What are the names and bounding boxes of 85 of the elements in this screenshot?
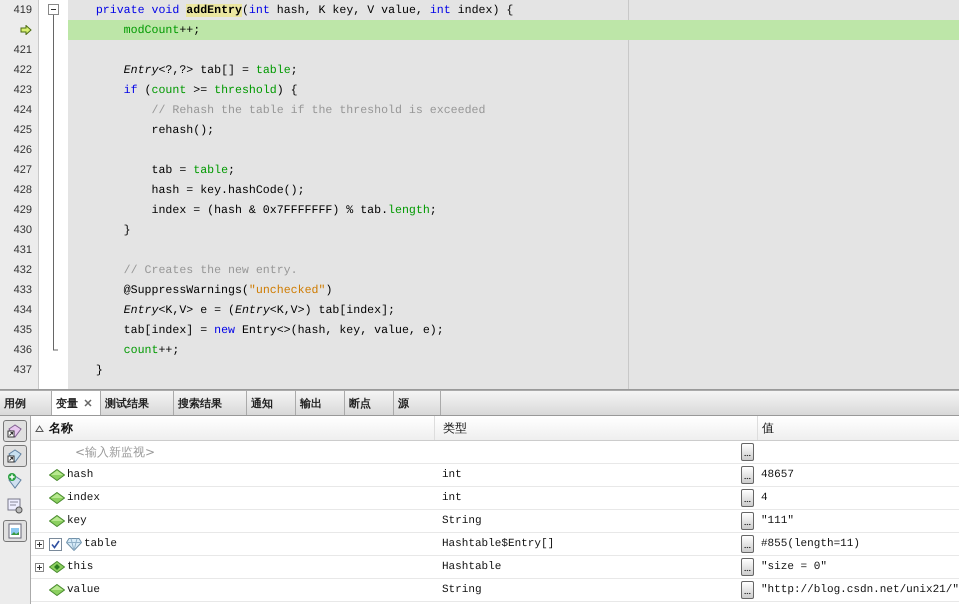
variable-type: Hashtable (442, 561, 502, 573)
line-number: 428 (14, 184, 32, 196)
code-line: Entry<?,?> tab[] = table; (122, 64, 298, 76)
code-line: // Creates the new entry. (122, 264, 298, 276)
variable-type: int (442, 492, 462, 504)
variable-value: "size = 0" (760, 561, 827, 573)
panel-tab[interactable]: 测试结果 (101, 391, 174, 415)
expand-icon[interactable] (34, 562, 44, 572)
code-line: tab = table; (150, 164, 235, 176)
code-line: } (94, 364, 103, 376)
variable-name: hash (66, 469, 94, 481)
variable-view-icon[interactable] (2, 420, 27, 442)
code-line: private void addEntry(int hash, K key, V value, int index) { (94, 4, 514, 16)
panel-tab[interactable]: 变量 (52, 391, 101, 415)
value-editor-button[interactable] (740, 443, 754, 461)
variable-name: value (66, 584, 100, 596)
line-number: 426 (14, 144, 32, 156)
code-line: if (count >= threshold) { (122, 84, 298, 96)
line-number: 423 (14, 84, 32, 96)
variable-type: String (442, 515, 482, 527)
variable-type: Hashtable$Entry[] (442, 538, 554, 550)
line-number: 434 (14, 304, 32, 316)
line-number: 431 (14, 244, 32, 256)
panel-tab[interactable]: 输出 (296, 391, 345, 415)
line-number: 421 (14, 44, 32, 56)
line-number: 422 (14, 64, 32, 76)
code-line: @SuppressWarnings("unchecked") (122, 284, 332, 296)
checkbox[interactable] (48, 538, 62, 550)
value-editor-button[interactable] (740, 489, 754, 507)
expand-icon[interactable] (34, 540, 44, 548)
code-line: count++; (122, 344, 180, 356)
close-icon[interactable] (84, 399, 92, 407)
line-number: 419 (14, 4, 32, 16)
value-editor-button[interactable] (740, 581, 754, 599)
sort-icon[interactable] (34, 424, 44, 432)
line-number: 427 (14, 164, 32, 176)
code-line: rehash(); (150, 124, 214, 136)
variable-value: 48657 (760, 469, 794, 481)
variable-type: String (442, 584, 482, 596)
diamond-icon (48, 584, 65, 596)
field-view-icon[interactable] (2, 445, 27, 467)
line-number: 432 (14, 264, 32, 276)
column-header[interactable]: 类型 (434, 416, 741, 440)
column-header[interactable]: 名称 (48, 420, 73, 436)
diamond-icon (48, 561, 65, 573)
panel-tab[interactable]: 通知 (247, 391, 296, 415)
new-watch-field[interactable]: <输入新监视> (74, 445, 275, 459)
panel-tab[interactable]: 搜索结果 (174, 391, 247, 415)
variable-type: int (442, 469, 462, 481)
variable-value: #855(length=11) (760, 538, 860, 550)
diamond-icon (48, 492, 65, 504)
variable-name: index (66, 492, 100, 504)
value-editor-button[interactable] (740, 512, 754, 530)
code-line: Entry<K,V> e = (Entry<K,V>) tab[index]; (122, 304, 396, 316)
line-number: 425 (14, 124, 32, 136)
value-editor-button[interactable] (740, 535, 754, 553)
picture-icon[interactable] (2, 520, 27, 542)
code-line: modCount++; (122, 24, 200, 36)
line-number: 429 (14, 204, 32, 216)
panel-tab[interactable]: 断点 (345, 391, 394, 415)
code-line: hash = key.hashCode(); (150, 184, 305, 196)
variable-name: key (66, 515, 87, 527)
variable-name: this (66, 561, 94, 573)
code-line: tab[index] = new Entry<>(hash, key, value, e); (122, 324, 444, 336)
code-line: index = (hash & 0x7FFFFFFF) % tab.length; (150, 204, 437, 216)
value-editor-button[interactable] (740, 558, 754, 576)
variable-name: table (84, 538, 117, 550)
line-number: 433 (14, 284, 32, 296)
column-header[interactable]: 值 (756, 416, 959, 440)
line-number: 435 (14, 324, 32, 336)
value-editor-button[interactable] (740, 466, 754, 484)
panel-tab[interactable]: 源 (394, 391, 441, 415)
line-number: 424 (14, 104, 32, 116)
line-number: 436 (14, 344, 32, 356)
diamond-icon (48, 469, 65, 481)
variable-value: 4 (760, 492, 768, 504)
variable-value: "http://blog.csdn.net/unix21/" (760, 584, 959, 596)
line-number: 430 (14, 224, 32, 236)
variable-value: "111" (760, 515, 794, 527)
line-number: 437 (14, 364, 32, 376)
code-line: } (122, 224, 131, 236)
code-line: // Rehash the table if the threshold is exceeded (150, 104, 486, 116)
gem-icon (66, 538, 82, 550)
current-line-arrow-icon (20, 25, 32, 35)
diamond-icon (48, 515, 65, 527)
